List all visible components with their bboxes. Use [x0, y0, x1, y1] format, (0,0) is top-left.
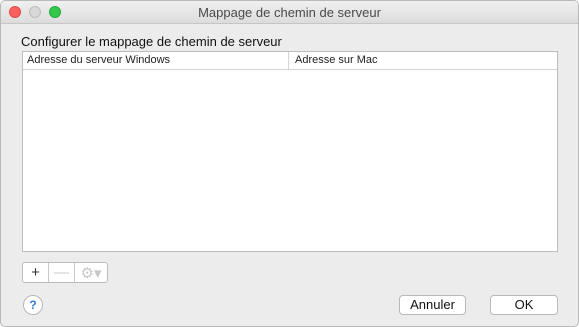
ok-button[interactable]: OK — [490, 295, 558, 315]
help-button[interactable]: ? — [23, 295, 43, 315]
cancel-button[interactable]: Annuler — [399, 295, 466, 315]
title-bar[interactable]: Mappage de chemin de serveur — [1, 1, 578, 24]
remove-mapping-button: — — [49, 263, 75, 282]
gear-menu-icon: ⚙▾ — [80, 264, 102, 282]
column-header-mac-address[interactable]: Adresse sur Mac — [289, 52, 557, 69]
add-mapping-button[interactable]: + — [23, 263, 49, 282]
table-actions-segmented-control: + — ⚙▾ — [22, 262, 108, 283]
column-header-windows-server[interactable]: Adresse du serveur Windows — [23, 52, 289, 69]
table-header: Adresse du serveur Windows Adresse sur M… — [23, 52, 557, 70]
window-title: Mappage de chemin de serveur — [198, 5, 381, 20]
table-body[interactable] — [23, 70, 557, 251]
path-mapping-table[interactable]: Adresse du serveur Windows Adresse sur M… — [22, 51, 558, 252]
section-heading: Configurer le mappage de chemin de serve… — [21, 34, 282, 49]
dialog-window: Mappage de chemin de serveur Configurer … — [0, 0, 579, 327]
